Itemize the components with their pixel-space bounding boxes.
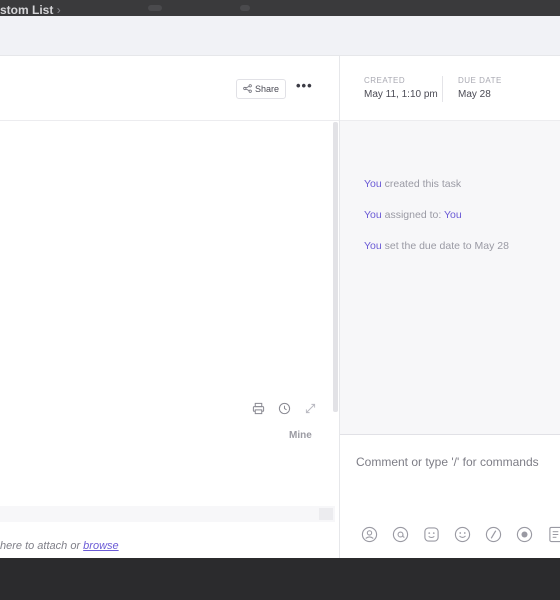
due-date-info[interactable]: DUE DATE May 28 [458,76,502,100]
list-breadcrumb[interactable]: stom List › [0,3,61,16]
emoji-icon[interactable] [451,523,473,545]
attach-doc-icon[interactable] [544,523,560,545]
activity-item: You created this task [364,178,509,209]
activity-item: You set the due date to May 28 [364,240,509,271]
due-date-value: May 28 [458,89,491,100]
content-scrollbar[interactable] [333,122,338,412]
modal-topbar [0,16,560,56]
created-label: CREATED [364,76,406,85]
list-title: stom List [0,3,54,16]
activity-actor[interactable]: You [364,209,382,221]
created-info: CREATED May 11, 1:10 pm [364,76,438,100]
comment-input[interactable]: Comment or type '/' for commands [356,455,539,469]
mention-icon[interactable] [389,523,411,545]
comment-toolbar [358,523,560,545]
attachment-dropzone[interactable]: here to attach or browse [0,540,119,552]
top-strip: stom List › [0,0,560,16]
expand-icon[interactable] [302,400,318,416]
activity-actor[interactable]: You [364,240,382,252]
background-placeholder [240,5,250,11]
task-header: Share ••• [0,56,340,121]
breadcrumb-caret: › [56,3,61,16]
attachment-dropzone-bar [0,506,335,522]
scroll-nub [319,508,333,520]
activity-text: assigned to: [381,209,444,221]
activity-item: You assigned to: You [364,209,509,240]
activity-actor[interactable]: You [364,178,382,190]
more-options-button[interactable]: ••• [296,78,313,93]
meta-separator [442,76,443,102]
history-icon[interactable] [276,400,292,416]
task-content-pane: Share ••• Mine here to attach or browse [0,56,340,558]
due-date-label: DUE DATE [458,76,502,85]
mine-filter[interactable]: Mine [289,430,312,441]
print-icon[interactable] [250,400,266,416]
activity-pane: CREATED May 11, 1:10 pm DUE DATE May 28 … [340,56,560,558]
share-icon [243,83,252,95]
activity-feed: You created this task You assigned to: Y… [364,178,509,271]
slash-command-icon[interactable] [482,523,504,545]
browse-link[interactable]: browse [83,540,118,552]
activity-target[interactable]: You [444,209,462,221]
share-button[interactable]: Share [236,79,287,99]
activity-text: set the due date to May 28 [381,240,509,252]
document-toolbar [250,400,318,416]
created-value: May 11, 1:10 pm [364,89,438,100]
comment-composer[interactable]: Comment or type '/' for commands [340,434,560,558]
reaction-icon[interactable] [420,523,442,545]
assign-comment-icon[interactable] [358,523,380,545]
record-icon[interactable] [513,523,535,545]
background-placeholder [148,5,162,11]
attach-prompt: here to attach or [0,540,84,552]
share-label: Share [255,84,280,94]
task-meta: CREATED May 11, 1:10 pm DUE DATE May 28 [340,56,560,121]
activity-text: created this task [381,178,462,190]
task-modal: Share ••• Mine here to attach or browse [0,16,560,558]
